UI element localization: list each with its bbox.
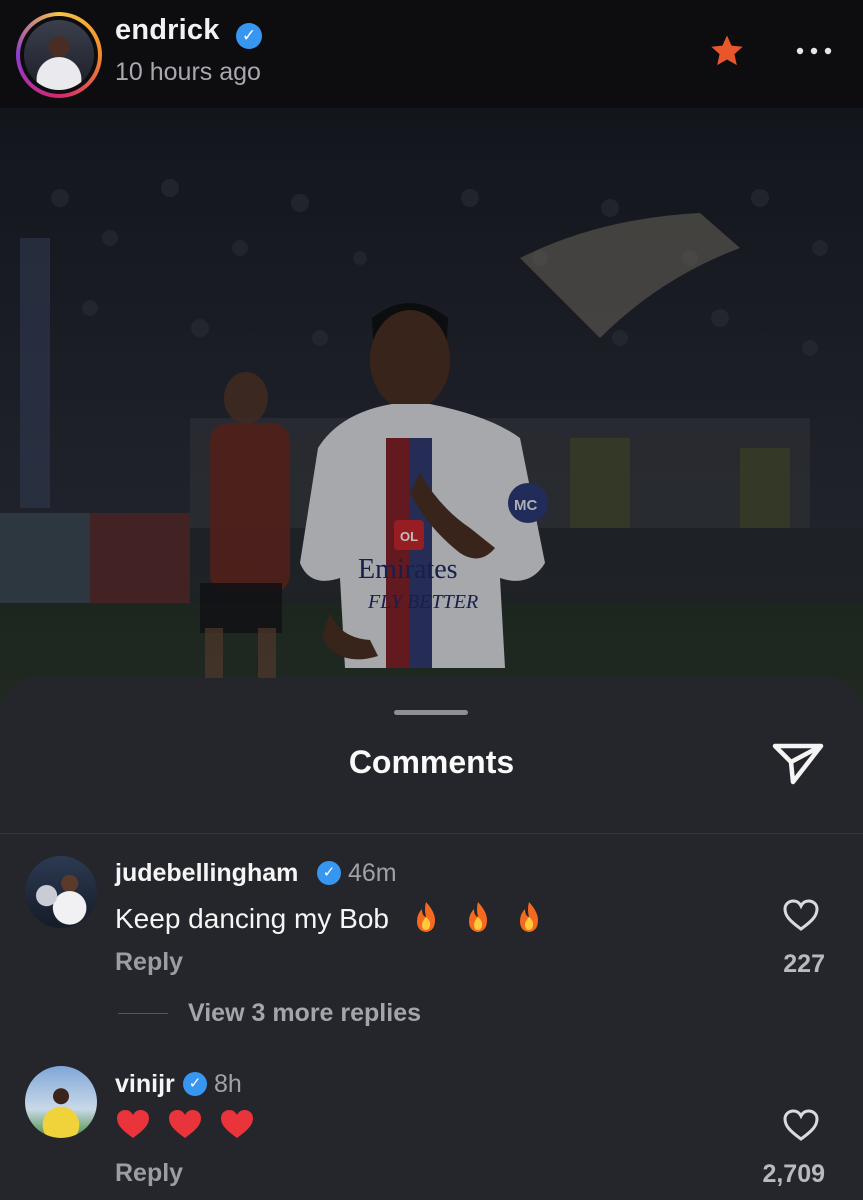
comment-username[interactable]: vinijr	[115, 1070, 175, 1099]
fire-emoji-icon	[416, 902, 435, 932]
comment-avatar[interactable]	[25, 856, 97, 928]
red-heart-emoji-icon	[117, 1110, 149, 1138]
avatar-photo	[24, 20, 94, 90]
more-options-icon[interactable]	[794, 38, 834, 62]
post-timestamp: 10 hours ago	[115, 58, 261, 86]
heart-like-icon[interactable]	[782, 1108, 820, 1142]
comment-time: 8h	[214, 1070, 242, 1098]
verified-badge-icon: ✓	[317, 861, 341, 885]
star-icon[interactable]	[708, 32, 746, 70]
post-viewer: endrick ✓ 10 hours ago Emirates FLY BETT…	[0, 0, 863, 1200]
verified-badge-icon: ✓	[236, 23, 262, 49]
profile-avatar[interactable]	[16, 12, 102, 98]
red-heart-emoji-icon	[168, 1110, 201, 1138]
replies-divider-line	[118, 1013, 168, 1014]
comment-text	[115, 1108, 263, 1147]
comments-sheet: Comments judebellingham ✓ 46m Keep danci…	[0, 678, 863, 1200]
like-count: 2,709	[762, 1160, 825, 1188]
reply-button[interactable]: Reply	[115, 1159, 183, 1188]
comment-text: Keep dancing my Bob	[115, 900, 544, 935]
share-send-icon[interactable]	[771, 740, 825, 786]
comment-time: 46m	[348, 859, 397, 887]
comments-title: Comments	[348, 744, 515, 780]
view-more-replies-button[interactable]: View 3 more replies	[188, 999, 421, 1028]
post-username[interactable]: endrick	[115, 14, 220, 47]
sheet-divider	[0, 833, 863, 834]
comment-text-body: Keep dancing my Bob	[115, 903, 389, 934]
verified-badge-icon: ✓	[183, 1072, 207, 1096]
heart-like-icon[interactable]	[782, 898, 820, 932]
fire-emoji-icon	[468, 902, 487, 932]
post-photo-illustration: Emirates FLY BETTER OL MC	[0, 108, 863, 748]
comment-avatar[interactable]	[25, 1066, 97, 1138]
red-heart-emoji-icon	[220, 1110, 253, 1138]
sheet-drag-handle[interactable]	[394, 710, 468, 715]
reply-button[interactable]: Reply	[115, 948, 183, 977]
comment-username[interactable]: judebellingham	[115, 859, 298, 888]
post-photo[interactable]: Emirates FLY BETTER OL MC	[0, 108, 863, 748]
like-count: 227	[783, 950, 825, 978]
post-header: endrick ✓ 10 hours ago	[0, 0, 863, 108]
fire-emoji-icon	[520, 902, 539, 932]
